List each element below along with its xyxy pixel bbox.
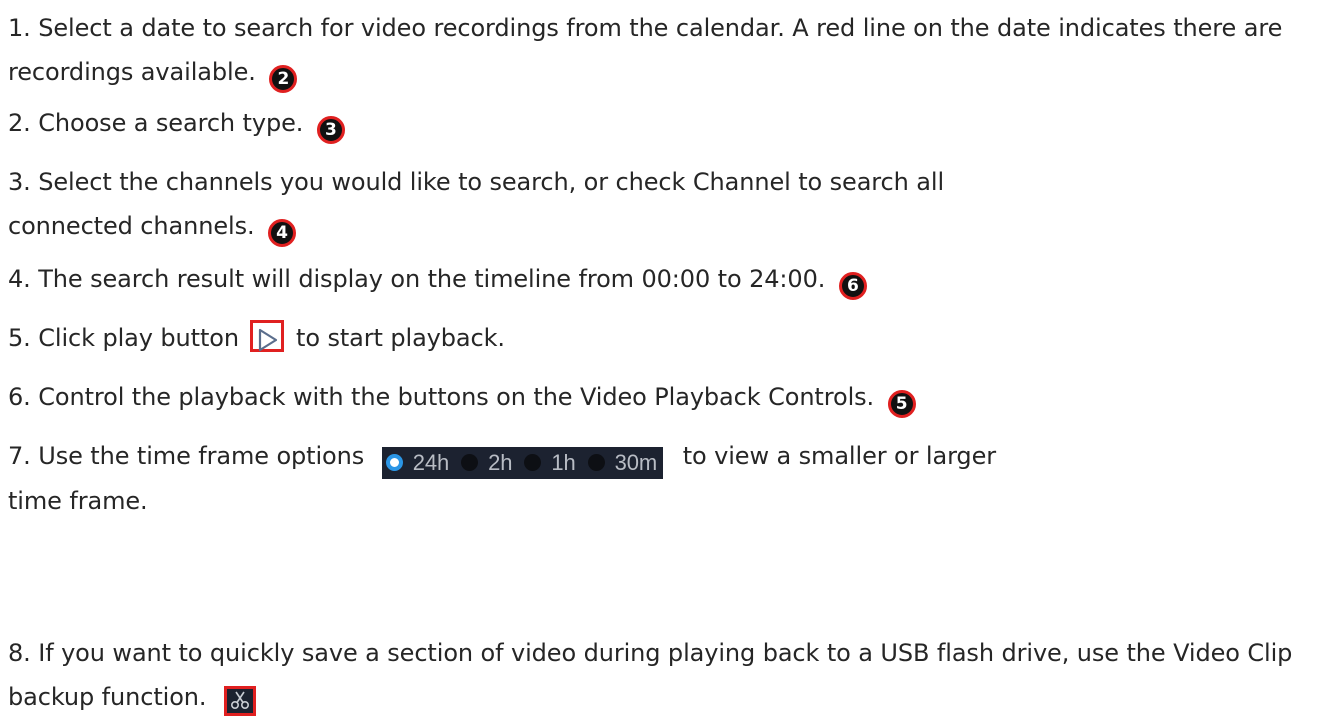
video-clip-button[interactable] — [223, 686, 256, 716]
time-frame-label: 24h — [412, 449, 450, 475]
time-frame-option-24h[interactable]: 24h — [385, 441, 450, 485]
step-5-text-after: to start playback. — [296, 324, 505, 352]
step-4-text: 4. The search result will display on the… — [8, 265, 826, 293]
time-frame-label: 1h — [551, 449, 576, 475]
step-2-text: 2. Choose a search type. — [8, 109, 304, 137]
step-8: 8. If you want to quickly save a section… — [8, 631, 1323, 719]
callout-badge-4: 4 — [268, 219, 297, 247]
step-1-text: 1. Select a date to search for video rec… — [8, 14, 1283, 86]
time-frame-option-1h[interactable]: 1h — [524, 441, 576, 485]
radio-icon — [524, 454, 542, 471]
step-2: 2. Choose a search type. 3 — [8, 101, 1323, 145]
step-7-text-before: 7. Use the time frame options — [8, 442, 365, 470]
callout-badge-2: 2 — [269, 65, 298, 93]
radio-icon — [587, 454, 605, 471]
callout-badge-3: 3 — [316, 116, 345, 144]
time-frame-label: 2h — [488, 449, 513, 475]
step-6: 6. Control the playback with the buttons… — [8, 375, 1323, 419]
radio-icon — [461, 454, 479, 471]
time-frame-option-2h[interactable]: 2h — [461, 441, 512, 485]
radio-selected-icon — [385, 454, 403, 471]
step-5: 5. Click play button to start playback. — [8, 316, 1323, 360]
step-4: 4. The search result will display on the… — [8, 257, 1323, 301]
step-5-text-before: 5. Click play button — [8, 324, 239, 352]
play-button[interactable] — [250, 320, 285, 352]
callout-badge-6: 6 — [838, 272, 867, 300]
step-7: 7. Use the time frame options 24h 2h 1h … — [8, 434, 1323, 523]
instruction-list: 1. Select a date to search for video rec… — [0, 0, 1331, 725]
step-8-text: 8. If you want to quickly save a section… — [8, 639, 1293, 711]
step-3: 3. Select the channels you would like to… — [8, 160, 1323, 248]
step-3-text: 3. Select the channels you would like to… — [8, 168, 945, 240]
callout-badge-5: 5 — [887, 390, 916, 418]
time-frame-option-30m[interactable]: 30m — [587, 441, 658, 485]
time-frame-label: 30m — [614, 449, 658, 475]
step-1: 1. Select a date to search for video rec… — [8, 6, 1323, 94]
play-icon — [259, 328, 278, 352]
step-6-text: 6. Control the playback with the buttons… — [8, 383, 875, 411]
scissors-icon — [230, 691, 249, 710]
time-frame-options: 24h 2h 1h 30m — [381, 446, 664, 479]
